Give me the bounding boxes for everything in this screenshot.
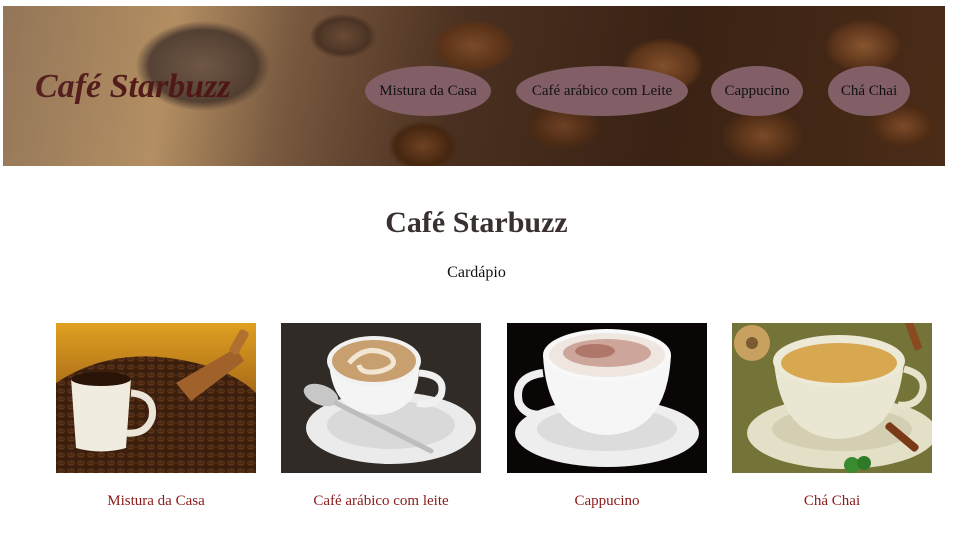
- nav-item-cappucino[interactable]: Cappucino: [711, 66, 803, 116]
- cappuccino-cup-photo[interactable]: [507, 323, 707, 473]
- header-banner: Café Starbuzz Mistura da Casa Café arábi…: [3, 6, 945, 166]
- product-card-cappucino: Cappucino: [507, 323, 707, 509]
- product-caption[interactable]: Cappucino: [487, 493, 727, 510]
- product-caption[interactable]: Café arábico com leite: [261, 493, 501, 510]
- product-card-cafe-arabico: Café arábico com leite: [281, 323, 481, 509]
- coffee-cup-beans-photo[interactable]: [56, 323, 256, 473]
- product-caption[interactable]: Chá Chai: [712, 493, 952, 510]
- chai-tea-cup-photo[interactable]: [732, 323, 932, 473]
- nav-item-cafe-arabico[interactable]: Café arábico com Leite: [516, 66, 688, 116]
- site-logo[interactable]: Café Starbuzz: [35, 68, 231, 106]
- product-caption[interactable]: Mistura da Casa: [36, 493, 276, 510]
- page-subtitle: Cardápio: [447, 264, 506, 281]
- nav-item-cha-chai[interactable]: Chá Chai: [828, 66, 910, 116]
- page-title: Café Starbuzz: [385, 206, 568, 239]
- product-card-mistura: Mistura da Casa: [56, 323, 256, 509]
- nav-item-mistura-da-casa[interactable]: Mistura da Casa: [365, 66, 491, 116]
- product-card-cha-chai: Chá Chai: [732, 323, 932, 509]
- latte-cup-spoon-photo[interactable]: [281, 323, 481, 473]
